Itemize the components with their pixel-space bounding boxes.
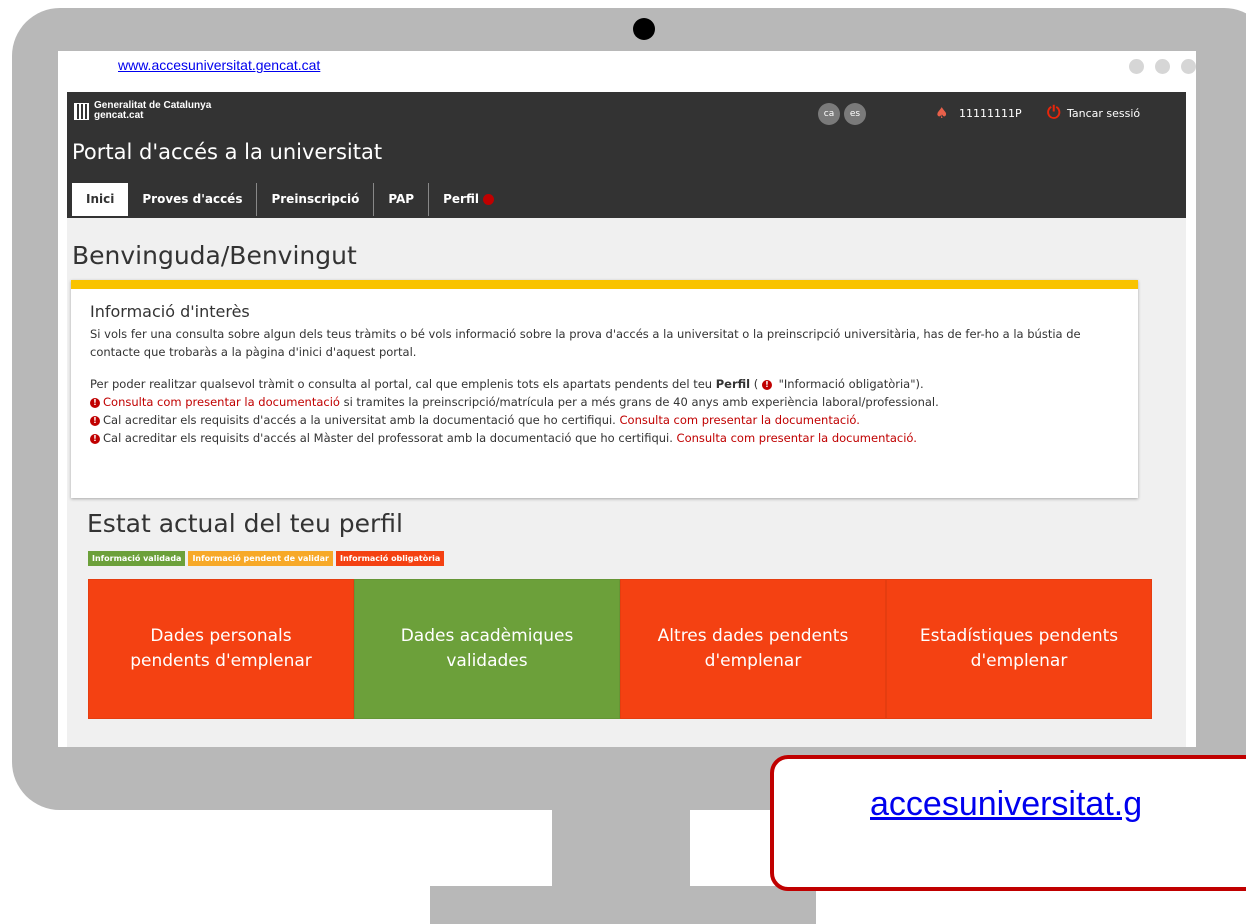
card-statistics-label: Estadístiques pendents d'emplenar	[920, 624, 1118, 674]
card-line: pendents d'emplenar	[130, 651, 312, 671]
info-panel: Informació d'interès Si vols fer una con…	[71, 280, 1138, 498]
tab-perfil[interactable]: Perfil	[429, 183, 508, 216]
main-content: Benvinguda/Benvingut Informació d'interè…	[67, 218, 1186, 747]
legend-validated-badge: Informació validada	[88, 551, 186, 566]
monitor-stand-base	[430, 886, 816, 924]
exclamation-icon: !	[761, 379, 772, 390]
lang-es-button[interactable]: es	[844, 103, 866, 125]
info-title: Informació d'interès	[90, 302, 250, 321]
monitor-stand-neck	[552, 810, 690, 886]
p2-end: "Informació obligatòria").	[778, 377, 924, 391]
lang-ca-button[interactable]: ca	[818, 103, 840, 125]
bullet-2-text: Cal acreditar els requisits d'accés a la…	[103, 413, 620, 427]
card-line: validades	[446, 651, 528, 671]
main-tabs: Inici Proves d'accés Preinscripció PAP P…	[72, 183, 508, 216]
p2-suffix: (	[750, 377, 762, 391]
doc-link-1[interactable]: Consulta com presentar la documentació	[103, 395, 340, 409]
card-line: Dades personals	[150, 626, 292, 646]
brand-text: Generalitat de Catalunya gencat.cat	[94, 101, 211, 121]
doc-link-3[interactable]: Consulta com presentar la documentació.	[677, 431, 917, 445]
card-statistics[interactable]: Estadístiques pendents d'emplenar	[886, 579, 1152, 719]
card-academic-data-label: Dades acadèmiques validades	[401, 624, 574, 674]
brand-line-2: gencat.cat	[94, 110, 144, 121]
window-dot-1[interactable]	[1129, 59, 1144, 74]
logout-button[interactable]: ⏻ Tancar sessió	[1047, 103, 1141, 123]
profile-status-cards: Dades personals pendents d'emplenar Dades…	[88, 579, 1152, 719]
url-link[interactable]: www.accesuniversitat.gencat.cat	[118, 57, 320, 73]
user-id: 11111111P	[959, 106, 1022, 120]
address-bar: www.accesuniversitat.gencat.cat	[58, 51, 1196, 81]
welcome-heading: Benvinguda/Benvingut	[72, 241, 357, 270]
footer-url-link[interactable]: accesuniversitat.g	[870, 785, 1142, 824]
card-line: Altres dades pendents	[657, 626, 849, 646]
info-bullet-3: ! Cal acreditar els requisits d'accés al …	[90, 429, 1130, 447]
user-info[interactable]: ♠ 11111111P	[935, 105, 1022, 121]
logout-label: Tancar sessió	[1067, 106, 1141, 120]
screen: www.accesuniversitat.gencat.cat Generali…	[58, 51, 1196, 747]
p2-perfil: Perfil	[715, 377, 751, 391]
window-dot-2[interactable]	[1155, 59, 1170, 74]
tab-proves-acces[interactable]: Proves d'accés	[128, 183, 258, 216]
site-header: Generalitat de Catalunya gencat.cat ca e…	[67, 92, 1186, 218]
portal-title: Portal d'accés a la universitat	[72, 140, 383, 164]
card-personal-data-label: Dades personals pendents d'emplenar	[130, 624, 312, 674]
alert-dot-icon	[482, 194, 494, 205]
window-controls	[1129, 59, 1196, 74]
info-bullet-1: ! Consulta com presentar la documentació …	[90, 393, 1130, 411]
power-icon: ⏻	[1047, 103, 1061, 123]
info-paragraph-2: Per poder realitzar qualsevol tràmit o c…	[90, 375, 1130, 393]
card-academic-data[interactable]: Dades acadèmiques validades	[354, 579, 620, 719]
tab-inici[interactable]: Inici	[72, 183, 129, 216]
tab-preinscripcio[interactable]: Preinscripció	[257, 183, 375, 216]
user-icon: ♠	[935, 104, 949, 122]
status-legend: Informació validada Informació pendent d…	[88, 551, 445, 566]
card-other-data[interactable]: Altres dades pendents d'emplenar	[620, 579, 886, 719]
gencat-logo-icon	[74, 102, 89, 120]
card-other-data-label: Altres dades pendents d'emplenar	[658, 624, 849, 674]
bullet-1-text: si tramites la preinscripció/matrícula p…	[339, 395, 939, 409]
webcam-dot	[633, 18, 655, 40]
card-line: Estadístiques pendents	[919, 626, 1119, 646]
exclamation-icon: !	[90, 415, 100, 426]
profile-status-heading: Estat actual del teu perfil	[87, 509, 403, 538]
card-line: Dades acadèmiques	[400, 626, 574, 646]
legend-mandatory-badge: Informació obligatòria	[335, 551, 445, 566]
tab-pap[interactable]: PAP	[374, 183, 430, 216]
bullet-3-text: Cal acreditar els requisits d'accés al M…	[103, 431, 677, 445]
card-personal-data[interactable]: Dades personals pendents d'emplenar	[88, 579, 354, 719]
p2-prefix: Per poder realitzar qualsevol tràmit o c…	[90, 377, 716, 391]
exclamation-icon: !	[90, 397, 100, 408]
doc-link-2[interactable]: Consulta com presentar la documentació.	[620, 413, 860, 427]
legend-pending-badge: Informació pendent de validar	[188, 551, 333, 566]
card-line: d'emplenar	[970, 651, 1068, 671]
footer-url-box: accesuniversitat.g	[770, 755, 1246, 891]
exclamation-icon: !	[90, 433, 100, 444]
tab-perfil-label: Perfil	[443, 192, 479, 206]
gencat-brand[interactable]: Generalitat de Catalunya gencat.cat	[74, 101, 211, 121]
info-paragraph-1: Si vols fer una consulta sobre algun del…	[90, 327, 1081, 359]
card-line: d'emplenar	[704, 651, 802, 671]
window-dot-3[interactable]	[1181, 59, 1196, 74]
info-bullet-2: ! Cal acreditar els requisits d'accés a l…	[90, 411, 1130, 429]
